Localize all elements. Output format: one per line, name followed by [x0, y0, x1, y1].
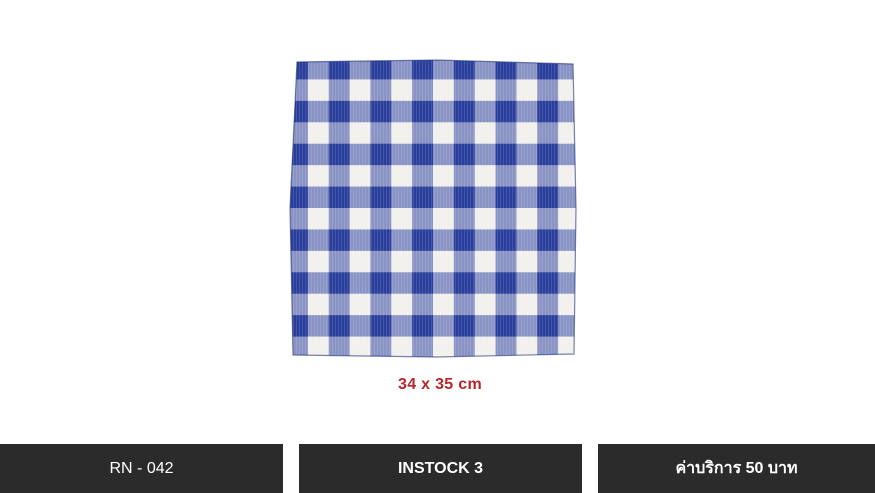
- service-price-bar: ค่าบริการ 50 บาท: [598, 444, 875, 493]
- gingham-napkin-image: [289, 59, 577, 358]
- product-code-text: RN - 042: [109, 459, 174, 477]
- weave-texture: [290, 60, 576, 357]
- stock-status-bar: INSTOCK 3: [299, 444, 582, 493]
- stock-status-text: INSTOCK 3: [397, 459, 484, 477]
- product-code-bar: RN - 042: [0, 444, 283, 493]
- dimension-label: 34 x 35 cm: [398, 376, 482, 393]
- service-price-text: ค่าบริการ 50 บาท: [675, 460, 798, 477]
